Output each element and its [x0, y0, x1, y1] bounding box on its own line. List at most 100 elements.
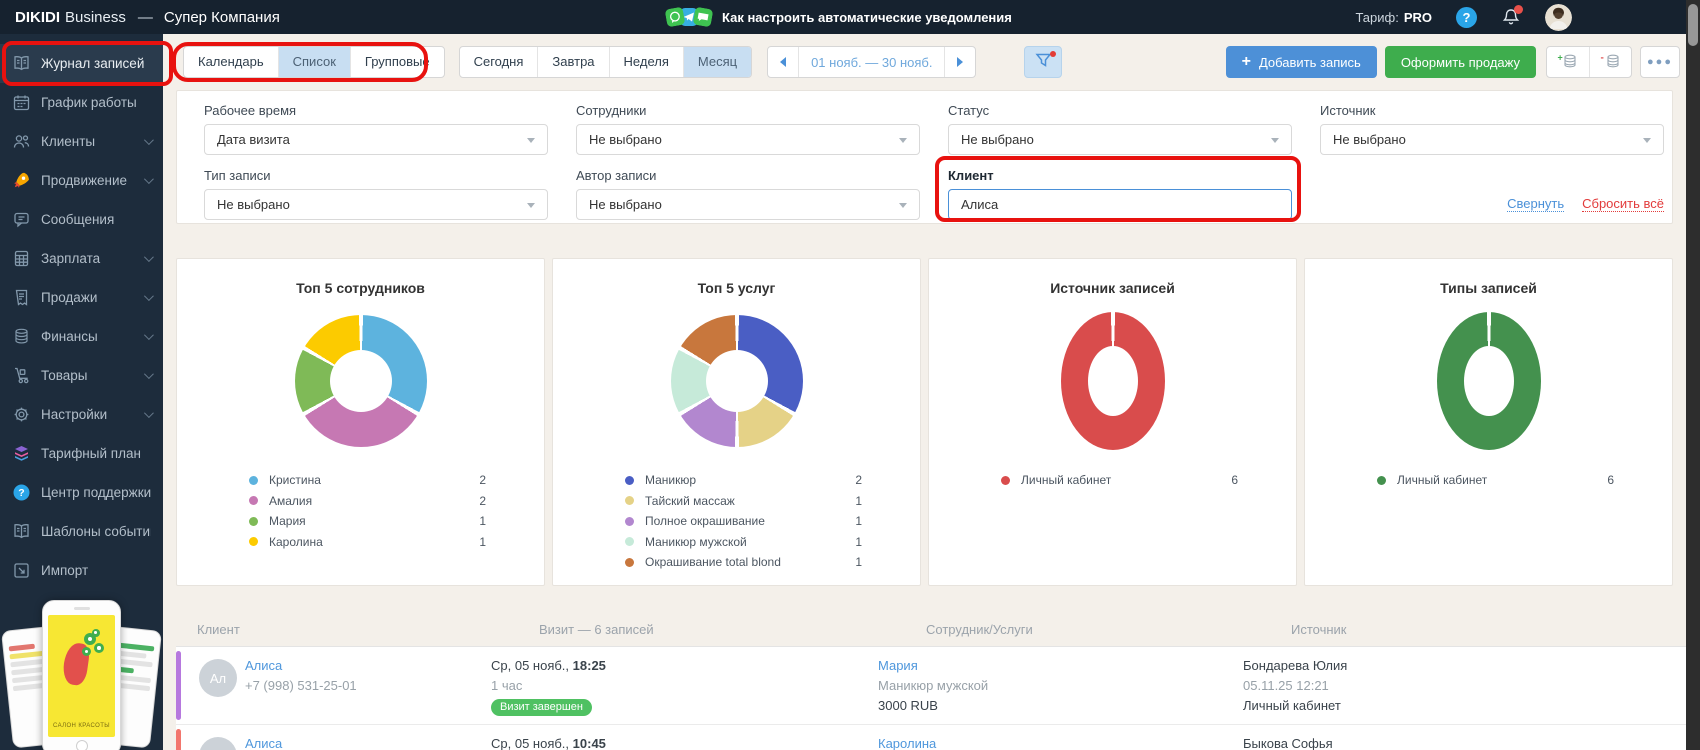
filter-value: Дата визита: [217, 132, 290, 147]
filter-input-client[interactable]: Алиса: [948, 189, 1292, 220]
sidebar-item-journal[interactable]: Журнал записей: [0, 44, 163, 83]
source-cell: Быкова Софья: [1243, 734, 1687, 750]
donut-chart-types[interactable]: [1436, 312, 1541, 450]
date-range-button[interactable]: 01 нояб. — 30 нояб.: [798, 47, 944, 77]
table-row[interactable]: АлАлиса+7 (998) 531-25-01Ср, 05 нояб., 1…: [176, 646, 1687, 725]
filter-links: Свернуть Сбросить всё: [1320, 168, 1664, 220]
sidebar-item-finance[interactable]: Финансы: [0, 317, 163, 356]
sidebar-item-sales[interactable]: Продажи: [0, 278, 163, 317]
scrollbar-thumb[interactable]: [1688, 4, 1698, 46]
toolbar: Календарь Список Групповые Сегодня Завтра Не…: [176, 46, 1680, 78]
visit-cell: Ср, 05 нояб., 10:45: [491, 734, 878, 750]
add-record-button[interactable]: + Добавить запись: [1225, 46, 1377, 78]
chart-title: Топ 5 сотрудников: [296, 280, 425, 296]
period-tab-today[interactable]: Сегодня: [460, 47, 538, 77]
records-table: Клиент Визит — 6 записей Сотрудник/Услуг…: [176, 612, 1687, 750]
filter-value: Не выбрано: [961, 132, 1034, 147]
legend-item: Мария 1: [249, 511, 486, 532]
view-tab-calendar[interactable]: Календарь: [184, 47, 278, 77]
filter-field-source: Источник Не выбрано: [1320, 103, 1664, 155]
employee-name-link[interactable]: Мария: [878, 656, 1243, 676]
filter-field-employees: Сотрудники Не выбрано: [576, 103, 920, 155]
notification-dot: [1514, 5, 1523, 14]
sidebar-item-support[interactable]: ? Центр поддержки: [0, 473, 163, 512]
chevron-down-icon: [1271, 138, 1279, 143]
prev-period-button[interactable]: [768, 47, 798, 77]
status-badge: Визит завершен: [491, 699, 592, 716]
visit-time: 10:45: [572, 736, 606, 750]
chevron-down-icon: [143, 408, 154, 419]
sidebar-item-clients[interactable]: Клиенты: [0, 122, 163, 161]
filter-button[interactable]: [1024, 46, 1063, 78]
client-avatar: Ал: [199, 659, 237, 697]
notifications-bell-icon[interactable]: [1501, 5, 1523, 27]
filter-field-status: Статус Не выбрано: [948, 103, 1292, 155]
donut-chart-sources[interactable]: [1060, 312, 1165, 450]
source-cell: Бондарева Юлия 05.11.25 12:21 Личный кабин…: [1243, 656, 1687, 716]
more-actions-button[interactable]: ●●●: [1640, 46, 1680, 78]
client-name-link[interactable]: Алиса: [245, 734, 491, 750]
legend-label: Полное окрашивание: [645, 514, 765, 529]
filter-select-record-type[interactable]: Не выбрано: [204, 189, 548, 220]
view-tab-group[interactable]: Групповые: [349, 47, 444, 77]
donut-chart-employees[interactable]: [294, 315, 427, 447]
table-row[interactable]: АлАлиса+7 (998) 531-25-01Ср, 05 нояб., 1…: [176, 725, 1687, 750]
sidebar-item-salary[interactable]: Зарплата: [0, 239, 163, 278]
filter-select-work-time[interactable]: Дата визита: [204, 124, 548, 155]
legend-dot: [625, 475, 634, 485]
filter-select-status[interactable]: Не выбрано: [948, 124, 1292, 155]
mobile-app-promo-image[interactable]: САЛОН КРАСОТЫ: [0, 598, 163, 750]
sidebar-item-label: Журнал записей: [41, 56, 145, 71]
column-header-visit: Визит — 6 записей: [539, 621, 654, 637]
legend-label: Каролина: [269, 534, 323, 549]
filter-select-employees[interactable]: Не выбрано: [576, 124, 920, 155]
filter-field-work-time: Рабочее время Дата визита: [204, 103, 548, 155]
remove-payment-button[interactable]: -: [1589, 47, 1631, 77]
sidebar-item-messages[interactable]: Сообщения: [0, 200, 163, 239]
period-tab-tomorrow[interactable]: Завтра: [537, 47, 608, 77]
sidebar-item-promotion[interactable]: Продвижение: [0, 161, 163, 200]
source-person: Быкова Софья: [1243, 736, 1333, 750]
notifications-promo-banner[interactable]: Как настроить автоматические уведомления: [665, 0, 1012, 34]
sidebar-item-settings[interactable]: Настройки: [0, 395, 163, 434]
gear-icon: [11, 405, 31, 424]
sidebar-item-tariff-plan[interactable]: Тарифный план: [0, 434, 163, 473]
sidebar-item-label: Товары: [41, 368, 88, 383]
period-tab-week[interactable]: Неделя: [608, 47, 683, 77]
legend-label: Амалия: [269, 493, 313, 508]
employee-name-link[interactable]: Каролина: [878, 734, 1243, 750]
sidebar-item-goods[interactable]: Товары: [0, 356, 163, 395]
sidebar-item-event-templates[interactable]: Шаблоны событий: [0, 512, 163, 551]
collapse-filters-link[interactable]: Свернуть: [1507, 196, 1565, 212]
checkout-sale-button[interactable]: Оформить продажу: [1384, 46, 1536, 78]
chevron-down-icon: [143, 174, 154, 185]
user-avatar[interactable]: [1545, 3, 1572, 31]
sidebar-item-import[interactable]: Импорт: [0, 551, 163, 590]
coins-minus-icon: -: [1600, 52, 1622, 73]
filter-label-work-time: Рабочее время: [204, 103, 297, 118]
filter-label-source: Источник: [1320, 103, 1376, 118]
source-person: Бондарева Юлия: [1243, 658, 1348, 673]
visit-cell: Ср, 05 нояб., 18:25 1 час Визит завершен: [491, 656, 878, 716]
phone-app-caption: САЛОН КРАСОТЫ: [53, 723, 110, 729]
filter-select-source[interactable]: Не выбрано: [1320, 124, 1664, 155]
help-icon[interactable]: ?: [1456, 6, 1477, 28]
svg-text:?: ?: [18, 487, 24, 499]
row-stripe: [176, 729, 181, 750]
chart-card-top-employees: Топ 5 сотрудников Кристина 2 Амалия 2 Мария 1…: [176, 258, 545, 586]
donut-chart-services[interactable]: [670, 315, 803, 447]
reset-all-link[interactable]: Сбросить всё: [1582, 196, 1664, 212]
period-tab-month[interactable]: Месяц: [682, 47, 752, 77]
filter-label-employees: Сотрудники: [576, 103, 647, 118]
app-logo[interactable]: DIKIDI Business — Супер Компания: [15, 0, 280, 34]
view-tab-list[interactable]: Список: [277, 47, 350, 77]
next-period-button[interactable]: [944, 47, 975, 77]
page-scrollbar[interactable]: [1686, 0, 1700, 750]
sidebar-item-schedule[interactable]: График работы: [0, 83, 163, 122]
sidebar-item-label: Зарплата: [41, 251, 101, 266]
whatsapp-icon: [665, 7, 686, 28]
book-icon: [11, 522, 31, 541]
add-payment-button[interactable]: +: [1547, 47, 1589, 77]
client-name-link[interactable]: Алиса: [245, 656, 491, 676]
filter-select-author[interactable]: Не выбрано: [576, 189, 920, 220]
